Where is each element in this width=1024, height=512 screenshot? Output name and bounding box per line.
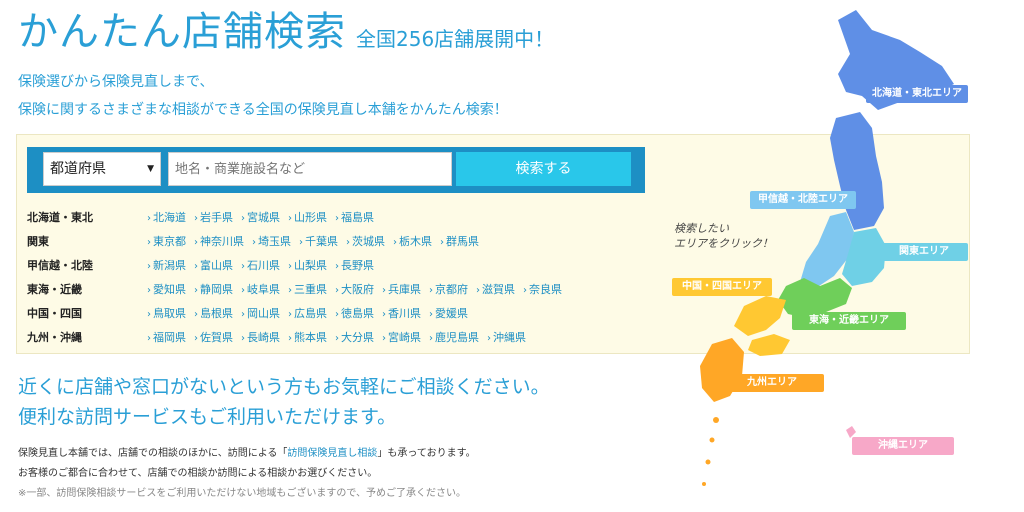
prefecture-link[interactable]: 長野県 <box>335 257 374 273</box>
prefecture-link[interactable]: 北海道 <box>147 209 186 225</box>
prefecture-link[interactable]: 大阪府 <box>335 281 374 297</box>
prefecture-link[interactable]: 京都府 <box>429 281 468 297</box>
store-count-subtitle: 全国256店舗展開中！ <box>356 27 555 51</box>
region-name: 東海・近畿 <box>27 283 82 296</box>
map-region-kyushu[interactable] <box>700 338 744 402</box>
area-label-chugoku-shikoku[interactable]: 中国・四国エリア <box>672 278 772 296</box>
region-name: 関東 <box>27 235 49 248</box>
prefecture-link[interactable]: 愛媛県 <box>429 305 468 321</box>
prefecture-select-value: 都道府県 <box>50 161 106 177</box>
prefecture-link[interactable]: 山形県 <box>288 209 327 225</box>
map-islands-3 <box>705 459 711 465</box>
region-name: 九州・沖縄 <box>27 331 82 344</box>
map-islands-4 <box>702 482 706 486</box>
prefecture-link[interactable]: 宮崎県 <box>382 329 421 345</box>
prefecture-link[interactable]: 三重県 <box>288 281 327 297</box>
prefecture-link[interactable]: 栃木県 <box>393 233 432 249</box>
prefecture-link[interactable]: 東京都 <box>147 233 186 249</box>
region-row: 北海道・東北 北海道岩手県宮城県山形県福島県 <box>27 205 570 229</box>
region-list: 北海道・東北 北海道岩手県宮城県山形県福島県関東 東京都神奈川県埼玉県千葉県茨城県栃… <box>27 205 570 349</box>
prefecture-link[interactable]: 佐賀県 <box>194 329 233 345</box>
prefecture-link[interactable]: 鹿児島県 <box>429 329 479 345</box>
prefecture-link[interactable]: 島根県 <box>194 305 233 321</box>
map-region-chugoku-shikoku[interactable] <box>734 296 790 356</box>
prefecture-link[interactable]: 兵庫県 <box>382 281 421 297</box>
prefecture-link[interactable]: 沖縄県 <box>487 329 526 345</box>
region-name: 中国・四国 <box>27 307 82 320</box>
lead-line-1: 保険選びから保険見直しまで、 <box>18 74 214 90</box>
area-label-koshinetsu-hokuriku[interactable]: 甲信越・北陸エリア <box>750 191 856 209</box>
map-region-tohoku[interactable] <box>830 112 884 230</box>
visit-consultation-link[interactable]: 訪問保険見直し相談 <box>287 448 377 459</box>
visit-notes: 保険見直し本舗では、店舗での相談のほかに、訪問による「訪問保険見直し相談」も承っ… <box>18 444 476 504</box>
region-row: 東海・近畿 愛知県静岡県岐阜県三重県大阪府兵庫県京都府滋賀県奈良県 <box>27 277 570 301</box>
dropdown-arrow-icon: ▼ <box>147 164 154 174</box>
prefecture-link[interactable]: 滋賀県 <box>476 281 515 297</box>
region-row: 関東 東京都神奈川県埼玉県千葉県茨城県栃木県群馬県 <box>27 229 570 253</box>
keyword-search-input[interactable] <box>168 152 452 186</box>
region-row: 九州・沖縄 福岡県佐賀県長崎県熊本県大分県宮崎県鹿児島県沖縄県 <box>27 325 570 349</box>
prefecture-link[interactable]: 大分県 <box>335 329 374 345</box>
prefecture-link[interactable]: 熊本県 <box>288 329 327 345</box>
prefecture-link[interactable]: 広島県 <box>288 305 327 321</box>
search-button[interactable]: 検索する <box>456 152 631 186</box>
area-label-tokai-kinki[interactable]: 東海・近畿エリア <box>792 312 906 330</box>
area-label-kanto[interactable]: 関東エリア <box>880 243 968 261</box>
prefecture-link[interactable]: 神奈川県 <box>194 233 244 249</box>
prefecture-link[interactable]: 鳥取県 <box>147 305 186 321</box>
prefecture-link[interactable]: 千葉県 <box>299 233 338 249</box>
notes-line-1-post: 」も承っております。 <box>377 448 476 459</box>
prefecture-link[interactable]: 福島県 <box>335 209 374 225</box>
prefecture-link[interactable]: 長崎県 <box>241 329 280 345</box>
map-islands-2 <box>709 437 715 443</box>
notes-line-1: 保険見直し本舗では、店舗での相談のほかに、訪問による「訪問保険見直し相談」も承っ… <box>18 444 476 464</box>
visit-heading-line-1: 近くに店舗や窓口がないという方もお気軽にご相談ください。 <box>18 376 550 398</box>
area-label-kyushu[interactable]: 九州エリア <box>720 374 824 392</box>
prefecture-link[interactable]: 愛知県 <box>147 281 186 297</box>
japan-map <box>700 10 954 486</box>
prefecture-link[interactable]: 山梨県 <box>288 257 327 273</box>
lead-line-2: 保険に関するさまざまな相談ができる全国の保険見直し本舗をかんたん検索！ <box>18 102 508 118</box>
region-name: 北海道・東北 <box>27 211 93 224</box>
map-hint-line-1: 検索したい <box>674 222 729 235</box>
area-label-hokkaido-tohoku[interactable]: 北海道・東北エリア <box>866 85 968 103</box>
notes-line-2: お客様のご都合に合わせて、店舗での相談か訪問による相談かお選びください。 <box>18 468 378 479</box>
region-row: 甲信越・北陸 新潟県富山県石川県山梨県長野県 <box>27 253 570 277</box>
prefecture-link[interactable]: 石川県 <box>241 257 280 273</box>
map-hint-line-2: エリアをクリック！ <box>674 237 773 250</box>
prefecture-link[interactable]: 埼玉県 <box>252 233 291 249</box>
region-name: 甲信越・北陸 <box>27 259 93 272</box>
prefecture-link[interactable]: 徳島県 <box>335 305 374 321</box>
prefecture-link[interactable]: 宮城県 <box>241 209 280 225</box>
notes-disclaimer: ※一部、訪問保険相談サービスをご利用いただけない地域もございますので、予めご了承… <box>18 488 466 499</box>
visit-service-heading: 近くに店舗や窓口がないという方もお気軽にご相談ください。 便利な訪問サービスもご… <box>18 372 550 432</box>
page-title: かんたん店舗検索 <box>18 9 346 55</box>
prefecture-link[interactable]: 茨城県 <box>346 233 385 249</box>
prefecture-link[interactable]: 群馬県 <box>440 233 479 249</box>
prefecture-link[interactable]: 静岡県 <box>194 281 233 297</box>
region-row: 中国・四国 鳥取県島根県岡山県広島県徳島県香川県愛媛県 <box>27 301 570 325</box>
prefecture-link[interactable]: 香川県 <box>382 305 421 321</box>
map-islands <box>713 417 719 423</box>
area-label-okinawa[interactable]: 沖縄エリア <box>852 437 954 455</box>
prefecture-link[interactable]: 岐阜県 <box>241 281 280 297</box>
search-bar: 都道府県 ▼ 検索する <box>27 147 645 193</box>
prefecture-link[interactable]: 岡山県 <box>241 305 280 321</box>
prefecture-link[interactable]: 富山県 <box>194 257 233 273</box>
page-header: かんたん店舗検索 全国256店舗展開中！ <box>18 8 554 56</box>
prefecture-link[interactable]: 新潟県 <box>147 257 186 273</box>
prefecture-link[interactable]: 福岡県 <box>147 329 186 345</box>
prefecture-link[interactable]: 岩手県 <box>194 209 233 225</box>
map-hint-text: 検索したい エリアをクリック！ <box>674 221 773 251</box>
visit-heading-line-2: 便利な訪問サービスもご利用いただけます。 <box>18 406 397 428</box>
prefecture-link[interactable]: 奈良県 <box>523 281 562 297</box>
prefecture-select[interactable]: 都道府県 ▼ <box>43 152 161 186</box>
lead-text: 保険選びから保険見直しまで、 保険に関するさまざまな相談ができる全国の保険見直し… <box>18 68 508 124</box>
notes-line-1-pre: 保険見直し本舗では、店舗での相談のほかに、訪問による「 <box>18 448 288 459</box>
